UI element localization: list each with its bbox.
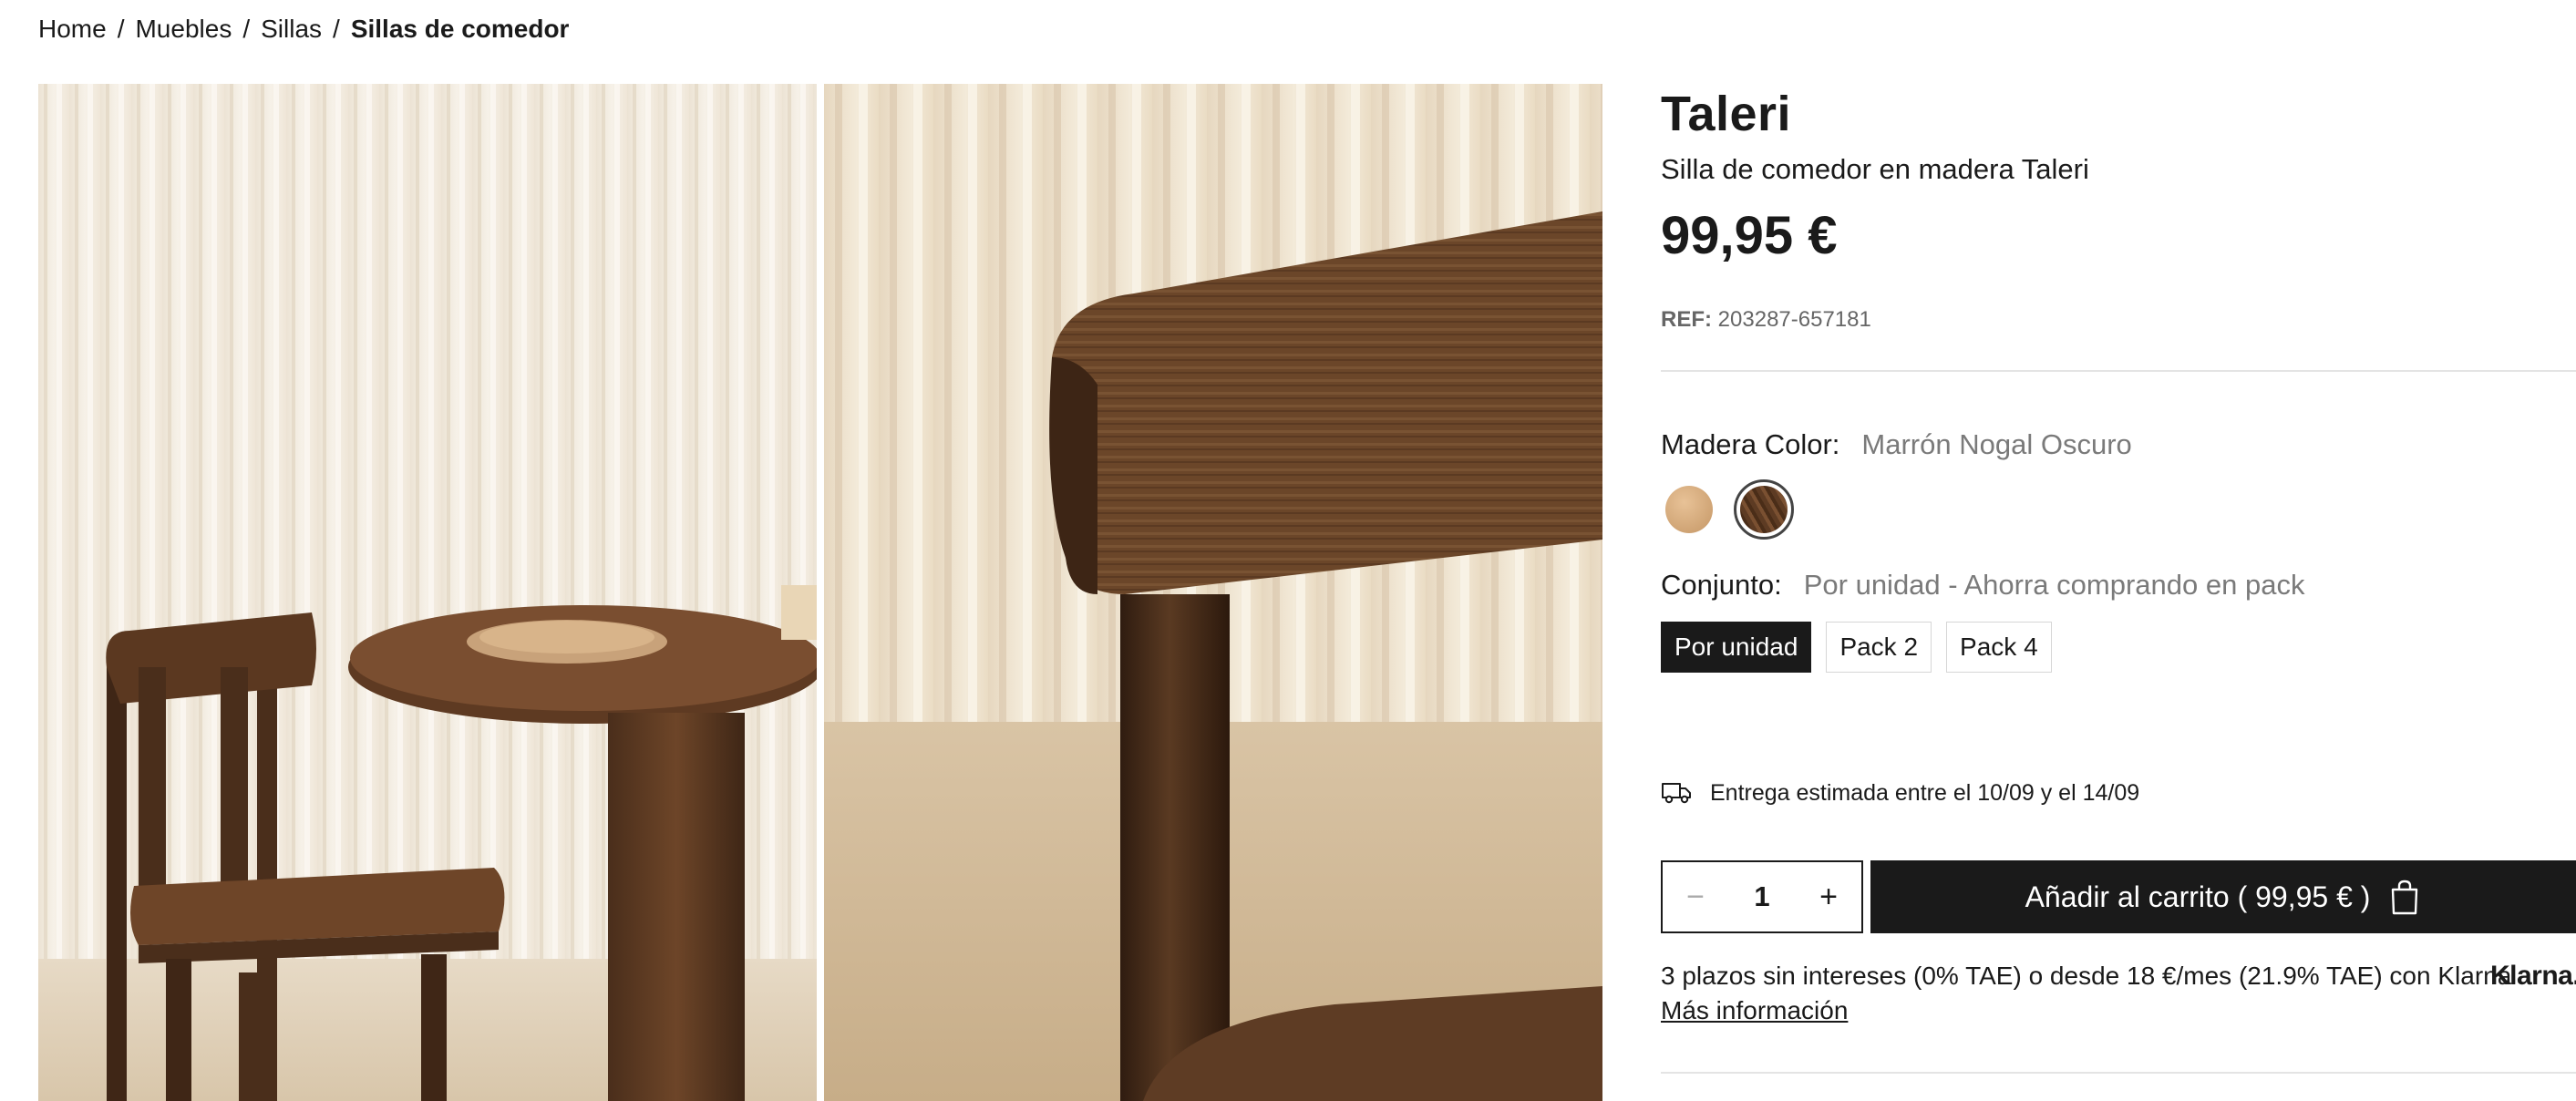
breadcrumb: Home / Muebles / Sillas / Sillas de come… [38,13,569,46]
add-to-cart-button[interactable]: Añadir al carrito ( 99,95 € ) [1870,860,2576,933]
product-reference: REF: 203287-657181 [1661,306,2576,334]
product-subtitle: Silla de comedor en madera Taleri [1661,153,2089,185]
swatch-light-wood[interactable] [1661,481,1717,538]
pack-button-unit[interactable]: Por unidad [1661,622,1812,673]
swatch-light-wood-dot [1665,486,1713,533]
product-image-detail[interactable] [824,84,1602,1101]
chair-table-photo [38,84,817,1101]
product-info-panel: Taleri Silla de comedor en madera Taleri… [1661,84,2576,1074]
product-price: 99,95 € [1661,206,1838,265]
breadcrumb-muebles[interactable]: Muebles [135,13,232,46]
color-swatches [1661,479,2576,540]
breadcrumb-sillas[interactable]: Sillas [261,13,322,46]
breadcrumb-current: Sillas de comedor [350,15,570,43]
delivery-text: Entrega estimada entre el 10/09 y el 14/… [1710,780,2140,806]
divider [1661,1072,2576,1074]
set-selected-value: Por unidad - Ahorra comprando en pack [1803,569,2305,601]
quantity-stepper: − + [1661,860,1863,933]
color-selected-value: Marrón Nogal Oscuro [1861,428,2132,460]
swatch-dark-walnut[interactable] [1734,479,1794,540]
swatch-dark-walnut-dot [1740,486,1788,533]
product-title: Taleri [1661,87,1792,141]
more-info-link[interactable]: Más información [1661,993,1848,1028]
set-label: Conjunto: [1661,569,1782,601]
quantity-increase-button[interactable]: + [1808,877,1849,917]
reference-label: REF: [1661,307,1712,332]
breadcrumb-home[interactable]: Home [38,13,107,46]
shopping-bag-icon [2392,880,2418,915]
product-gallery [38,84,1602,1101]
pack-button-4[interactable]: Pack 4 [1946,622,2052,673]
truck-icon [1662,783,1691,804]
breadcrumb-separator: / [333,15,340,43]
color-option-row: Madera Color: Marrón Nogal Oscuro [1661,427,2576,463]
set-option-row: Conjunto: Por unidad - Ahorra comprando … [1661,567,2576,603]
pack-button-2[interactable]: Pack 2 [1826,622,1932,673]
breadcrumb-separator: / [117,15,125,43]
add-to-cart-label: Añadir al carrito ( 99,95 € ) [2025,880,2371,913]
color-label: Madera Color: [1661,428,1840,460]
delivery-estimate: Entrega estimada entre el 10/09 y el 14/… [1661,778,2576,808]
pack-buttons: Por unidad Pack 2 Pack 4 [1661,622,2576,673]
klarna-financing: 3 plazos sin intereses (0% TAE) o desde … [1661,959,2576,1028]
financing-text: 3 plazos sin intereses (0% TAE) o desde … [1661,962,2512,990]
product-image-scene[interactable] [38,84,817,1101]
reference-value: 203287-657181 [1717,307,1871,332]
buy-row: − + Añadir al carrito ( 99,95 € ) [1661,860,2576,933]
chair-back-closeup-photo [824,84,1602,1101]
breadcrumb-separator: / [242,15,251,43]
klarna-logo: Klarna. [2490,961,2576,991]
quantity-input[interactable] [1735,880,1789,913]
quantity-decrease-button[interactable]: − [1675,877,1716,917]
divider [1661,370,2576,372]
